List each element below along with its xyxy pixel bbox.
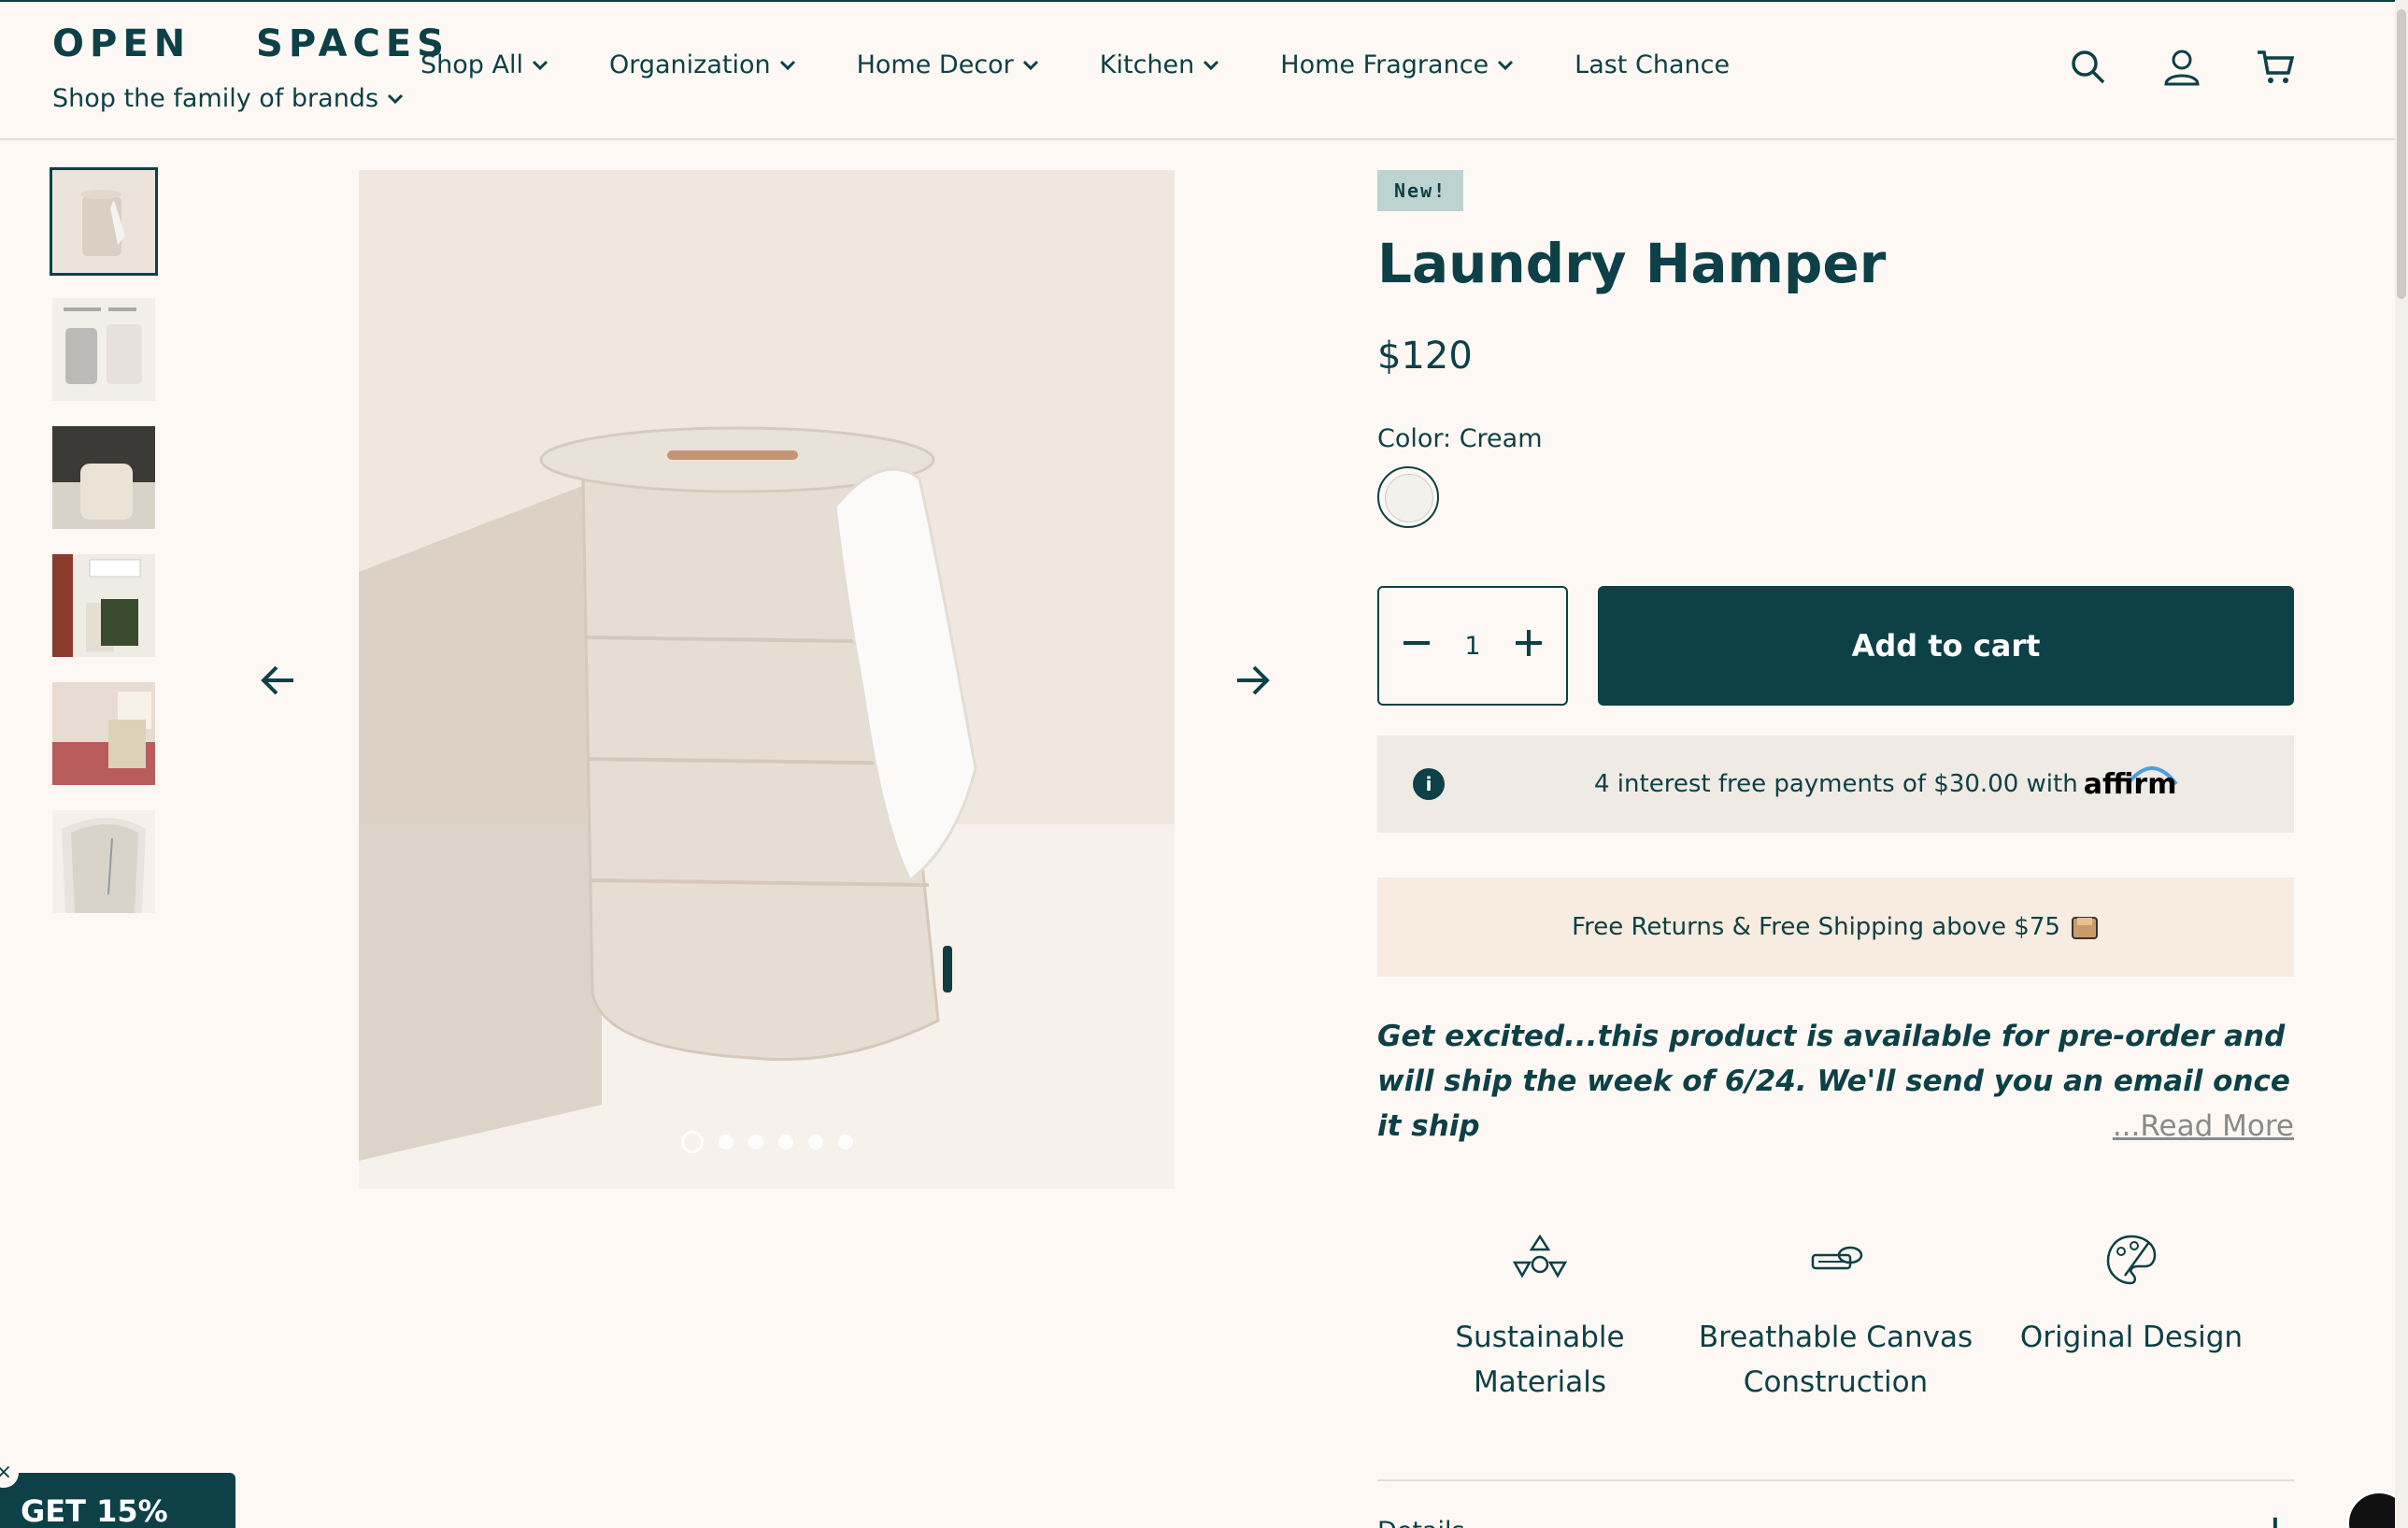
- quantity-stepper: 1: [1377, 586, 1568, 706]
- site-header: OPEN SPACES Shop the family of brands Sh…: [0, 0, 2408, 140]
- nav-label: Organization: [608, 50, 771, 79]
- carousel-dot[interactable]: [807, 1135, 823, 1150]
- chevron-down-icon: [387, 93, 404, 104]
- feature-line-1: Original Design: [2019, 1321, 2244, 1354]
- thumbnail-1[interactable]: [50, 167, 158, 276]
- quantity-value[interactable]: 1: [1464, 632, 1480, 661]
- thumbnail-list: [50, 167, 158, 938]
- search-icon[interactable]: [2068, 47, 2109, 88]
- nav-label: Home Fragrance: [1280, 50, 1489, 79]
- canvas-icon: [1811, 1246, 1862, 1270]
- family-label: Shop the family of brands: [52, 84, 379, 113]
- logo[interactable]: OPEN SPACES: [52, 22, 449, 65]
- thumbnail-2[interactable]: [52, 298, 155, 401]
- nav-label: Shop All: [420, 50, 523, 79]
- previous-image-arrow-icon[interactable]: [252, 654, 305, 707]
- product-price: $120: [1377, 335, 1473, 378]
- nav-shop-all[interactable]: Shop All: [420, 50, 549, 79]
- nav-label: Kitchen: [1099, 50, 1195, 79]
- thumbnail-6[interactable]: [52, 810, 155, 913]
- next-image-arrow-icon[interactable]: [1226, 654, 1278, 707]
- discount-promo-tab[interactable]: GET 15% OFF: [0, 1473, 235, 1528]
- scrollbar[interactable]: [2395, 0, 2408, 1528]
- expand-plus-icon[interactable]: +: [2257, 1505, 2294, 1528]
- feature-list: Sustainable Materials Breathable Canvas …: [1377, 1231, 2294, 1405]
- nav-last-chance[interactable]: Last Chance: [1574, 50, 1730, 79]
- hamper-photo: [359, 170, 1175, 1189]
- color-swatch-cream[interactable]: [1377, 466, 1439, 528]
- main-product-image[interactable]: [359, 170, 1175, 1189]
- shipping-banner: Free Returns & Free Shipping above $75: [1377, 878, 2294, 977]
- thumbnail-5[interactable]: [52, 682, 155, 785]
- carousel-dots: [359, 1131, 1175, 1153]
- feature-line-2: Construction: [1743, 1365, 1929, 1399]
- family-of-brands-dropdown[interactable]: Shop the family of brands: [52, 84, 405, 113]
- new-badge: New!: [1377, 170, 1464, 211]
- preorder-notice: Get excited...this product is available …: [1377, 1014, 2294, 1149]
- affirm-logo: affirm: [2083, 767, 2177, 801]
- nav-label: Last Chance: [1574, 50, 1731, 79]
- feature-item: Sustainable Materials: [1400, 1231, 1680, 1405]
- nav-organization[interactable]: Organization: [609, 50, 797, 79]
- chevron-down-icon: [779, 60, 795, 70]
- package-icon: [2071, 917, 2098, 939]
- feature-line-2: Materials: [1473, 1365, 1607, 1399]
- product-title: Laundry Hamper: [1377, 232, 1887, 295]
- shipping-text: Free Returns & Free Shipping above $75: [1572, 913, 2060, 941]
- feature-item: Breathable Canvas Construction: [1696, 1231, 1976, 1405]
- feature-line-1: Sustainable: [1455, 1321, 1625, 1354]
- nav-home-decor[interactable]: Home Decor: [857, 50, 1040, 79]
- product-info: New! Laundry Hamper $120 Color: Cream 1 …: [1377, 170, 2294, 1528]
- carousel-dot[interactable]: [748, 1135, 763, 1150]
- scrollbar-thumb[interactable]: [2397, 9, 2406, 299]
- palette-icon: [2106, 1235, 2157, 1285]
- feature-item: Original Design: [1991, 1231, 2272, 1405]
- carousel-dot[interactable]: [680, 1131, 704, 1153]
- chevron-down-icon: [1498, 60, 1514, 70]
- nav-home-fragrance[interactable]: Home Fragrance: [1280, 50, 1515, 79]
- nav-label: Home Decor: [856, 50, 1014, 79]
- plus-icon[interactable]: [1512, 622, 1546, 670]
- chevron-down-icon: [1204, 60, 1219, 70]
- affirm-banner[interactable]: i 4 interest free payments of $30.00 wit…: [1377, 735, 2294, 833]
- details-accordion[interactable]: Details +: [1377, 1479, 2294, 1528]
- info-icon[interactable]: i: [1413, 768, 1445, 800]
- thumbnail-4[interactable]: [52, 554, 155, 657]
- feature-line-1: Breathable Canvas: [1698, 1321, 1973, 1354]
- minus-icon[interactable]: [1400, 622, 1433, 670]
- recycle-icon: [1512, 1234, 1568, 1278]
- affirm-text: 4 interest free payments of $30.00 with: [1594, 770, 2078, 798]
- carousel-dot[interactable]: [777, 1135, 793, 1150]
- add-to-cart-button[interactable]: Add to cart: [1598, 586, 2294, 706]
- purchase-row: 1 Add to cart: [1377, 586, 2294, 706]
- header-actions: [2068, 47, 2296, 88]
- carousel-dot[interactable]: [718, 1135, 734, 1150]
- read-more-link[interactable]: ...Read More: [2101, 1104, 2294, 1149]
- color-label: Color: Cream: [1377, 424, 1543, 453]
- thumbnail-3[interactable]: [52, 426, 155, 529]
- chevron-down-icon: [532, 60, 549, 70]
- main-nav: Shop All Organization Home Decor Kitchen…: [420, 50, 1789, 79]
- nav-kitchen[interactable]: Kitchen: [1100, 50, 1220, 79]
- account-icon[interactable]: [2161, 47, 2202, 88]
- details-label: Details: [1377, 1517, 1465, 1528]
- chevron-down-icon: [1022, 60, 1038, 70]
- cart-icon[interactable]: [2255, 47, 2296, 88]
- carousel-dot[interactable]: [837, 1135, 853, 1150]
